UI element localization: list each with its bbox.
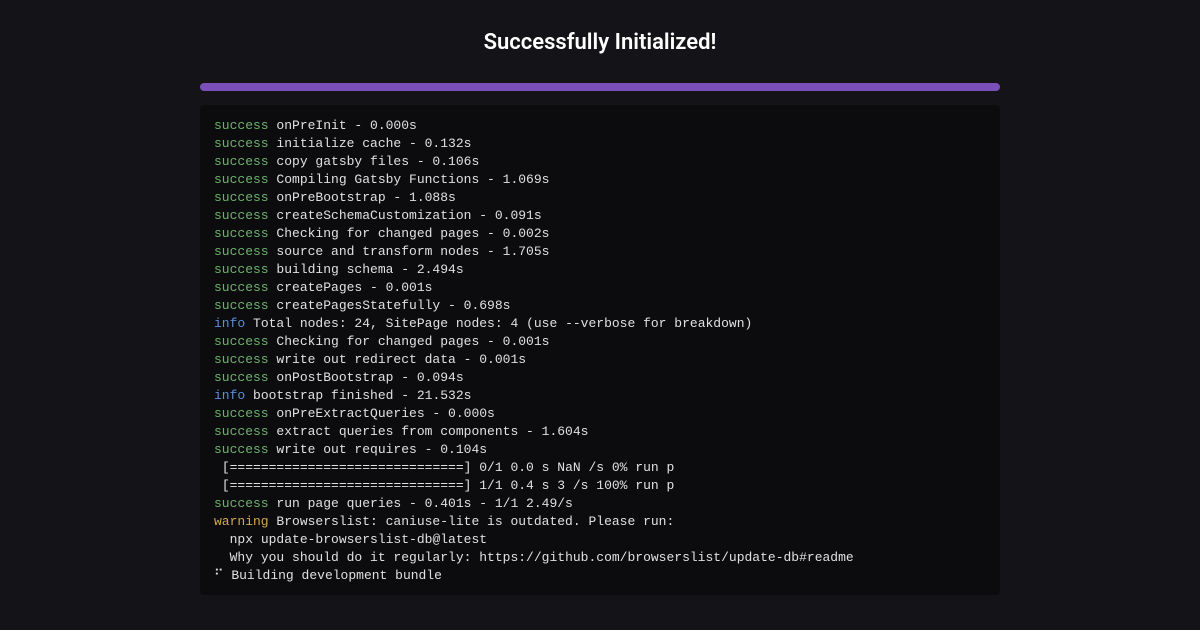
terminal-line: success Checking for changed pages - 0.0… [214,333,986,351]
log-message: building schema - 2.494s [269,262,464,277]
log-level-success: success [214,442,269,457]
terminal-line: success onPreExtractQueries - 0.000s [214,405,986,423]
terminal-line: success onPreBootstrap - 1.088s [214,189,986,207]
log-level-success: success [214,172,269,187]
log-level-success: success [214,370,269,385]
log-level-success: success [214,154,269,169]
terminal-line: success extract queries from components … [214,423,986,441]
log-level-success: success [214,406,269,421]
log-message: Checking for changed pages - 0.002s [269,226,550,241]
log-message: onPreBootstrap - 1.088s [269,190,456,205]
log-message: onPreExtractQueries - 0.000s [269,406,495,421]
log-level-success: success [214,262,269,277]
terminal-line: success Checking for changed pages - 0.0… [214,225,986,243]
terminal-line: success run page queries - 0.401s - 1/1 … [214,495,986,513]
log-message: onPreInit - 0.000s [269,118,417,133]
log-level-success: success [214,424,269,439]
log-level-warning: warning [214,514,269,529]
log-message: copy gatsby files - 0.106s [269,154,480,169]
log-message: Total nodes: 24, SitePage nodes: 4 (use … [245,316,752,331]
terminal-line: success initialize cache - 0.132s [214,135,986,153]
log-level-success: success [214,190,269,205]
log-message: createPages - 0.001s [269,280,433,295]
terminal-line: success Compiling Gatsby Functions - 1.0… [214,171,986,189]
terminal-line: info Total nodes: 24, SitePage nodes: 4 … [214,315,986,333]
terminal-line: success createSchemaCustomization - 0.09… [214,207,986,225]
terminal-line: success onPreInit - 0.000s [214,117,986,135]
terminal-line: success onPostBootstrap - 0.094s [214,369,986,387]
progress-bar [200,83,1000,91]
terminal-line: npx update-browserslist-db@latest [214,531,986,549]
log-level-success: success [214,298,269,313]
terminal-line: success createPages - 0.001s [214,279,986,297]
log-level-success: success [214,226,269,241]
log-level-success: success [214,496,269,511]
terminal-line: success building schema - 2.494s [214,261,986,279]
terminal-line: warning Browserslist: caniuse-lite is ou… [214,513,986,531]
log-level-success: success [214,208,269,223]
terminal-output[interactable]: success onPreInit - 0.000ssuccess initia… [200,105,1000,595]
log-message: onPostBootstrap - 0.094s [269,370,464,385]
log-message: Compiling Gatsby Functions - 1.069s [269,172,550,187]
log-level-info: info [214,388,245,403]
log-level-success: success [214,118,269,133]
log-message: write out redirect data - 0.001s [269,352,526,367]
log-message: extract queries from components - 1.604s [269,424,589,439]
terminal-line: success copy gatsby files - 0.106s [214,153,986,171]
terminal-line: [==============================] 1/1 0.4… [214,477,986,495]
terminal-line: success write out requires - 0.104s [214,441,986,459]
log-message: createSchemaCustomization - 0.091s [269,208,542,223]
terminal-line: info bootstrap finished - 21.532s [214,387,986,405]
log-level-info: info [214,316,245,331]
log-message: source and transform nodes - 1.705s [269,244,550,259]
terminal-line: [==============================] 0/1 0.0… [214,459,986,477]
page-title: Successfully Initialized! [200,30,1000,55]
log-level-success: success [214,352,269,367]
terminal-line: ⠋ Building development bundle [214,567,986,585]
log-level-success: success [214,136,269,151]
terminal-line: Why you should do it regularly: https://… [214,549,986,567]
log-message: Checking for changed pages - 0.001s [269,334,550,349]
log-level-success: success [214,334,269,349]
log-message: run page queries - 0.401s - 1/1 2.49/s [269,496,573,511]
log-message: Browserslist: caniuse-lite is outdated. … [269,514,675,529]
log-message: bootstrap finished - 21.532s [245,388,471,403]
main-container: Successfully Initialized! success onPreI… [200,0,1000,595]
terminal-line: success createPagesStatefully - 0.698s [214,297,986,315]
log-level-success: success [214,244,269,259]
log-level-success: success [214,280,269,295]
log-message: initialize cache - 0.132s [269,136,472,151]
terminal-line: success source and transform nodes - 1.7… [214,243,986,261]
log-message: write out requires - 0.104s [269,442,487,457]
terminal-line: success write out redirect data - 0.001s [214,351,986,369]
log-message: createPagesStatefully - 0.698s [269,298,511,313]
